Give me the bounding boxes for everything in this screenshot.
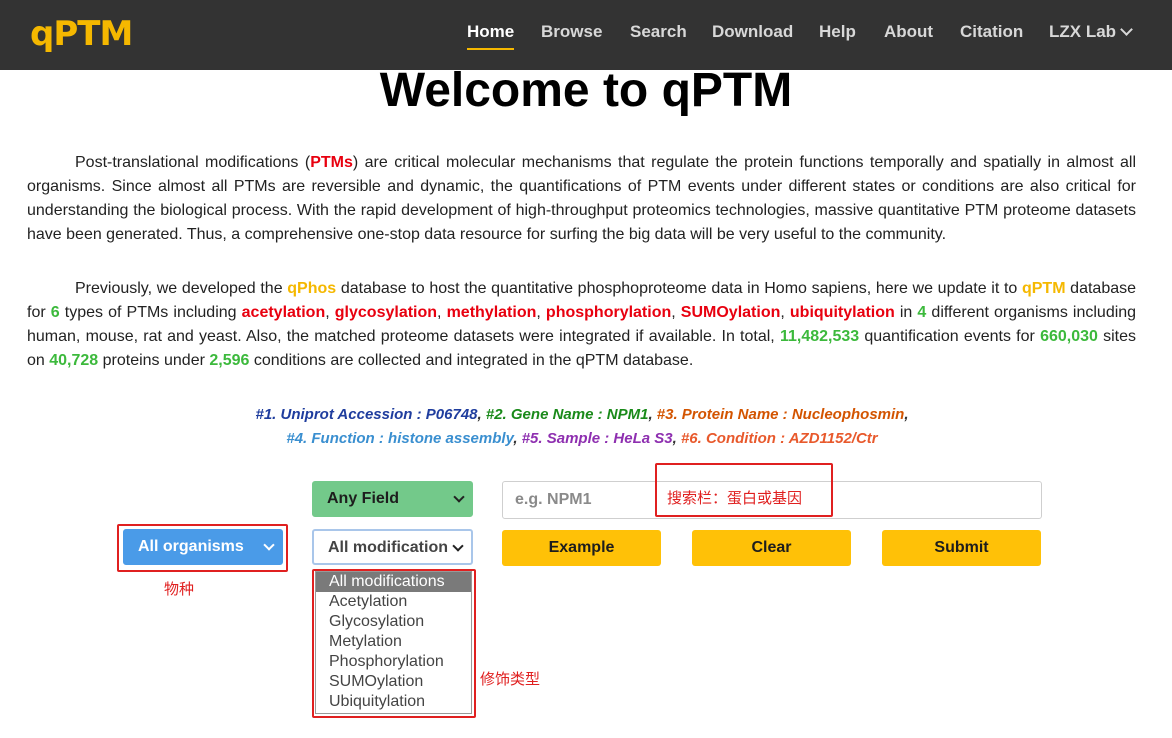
ptm-phosphorylation: phosphorylation [545,304,672,321]
nav-search[interactable]: Search [630,22,687,42]
search-examples: #1. Uniprot Accession : P06748, #2. Gene… [0,403,1164,451]
examples-line-2: #4. Function : histone assembly, #5. Sam… [0,427,1164,451]
p1-text-before: Post-translational modifications ( [75,154,311,171]
nav-browse[interactable]: Browse [541,22,602,42]
count-conditions: 2,596 [209,352,250,369]
site-logo[interactable]: qPTM [30,14,133,54]
annotation-search-bar: 搜索栏：蛋白或基因 [667,489,803,507]
examples-comma: , [904,406,909,423]
example-gene-name[interactable]: #2. Gene Name : NPM1 [486,406,649,423]
qptm-highlight: qPTM [1021,280,1066,297]
chevron-down-icon [452,540,464,552]
p2-text: Previously, we developed the [75,280,288,297]
p2-text: proteins under [98,352,210,369]
annotation-box-organism [117,524,288,572]
example-condition[interactable]: #6. Condition : AZD1152/Ctr [681,430,878,447]
ptm-sumoylation: SUMOylation [680,304,781,321]
p2-text: in [894,304,918,321]
count-events: 11,482,533 [779,328,860,345]
examples-comma: , [513,430,522,447]
p2-text: database to host the quantitative phosph… [336,280,1022,297]
count-sites: 660,030 [1040,328,1098,345]
examples-comma: , [477,406,486,423]
page-title: Welcome to qPTM [379,64,793,117]
p2-comma: , [780,304,790,321]
annotation-organism: 物种 [164,580,195,598]
p2-comma: , [325,304,335,321]
nav-home[interactable]: Home [467,22,515,50]
example-protein-name[interactable]: #3. Protein Name : Nucleophosmin [657,406,905,423]
qphos-highlight: qPhos [287,280,337,297]
clear-button[interactable]: Clear [692,530,851,566]
p2-comma: , [671,304,681,321]
nav-lzx-lab-dropdown[interactable]: LZX Lab [1049,22,1133,42]
navbar: qPTM Home Browse Search Download Help Ab… [0,0,1172,70]
p1-ptms-highlight: PTMs [310,154,353,171]
p2-text: conditions are collected and integrated … [249,352,694,369]
modification-select[interactable]: All modification [312,529,473,565]
examples-comma: , [672,430,681,447]
chevron-down-icon [1120,23,1133,36]
p2-comma: , [536,304,546,321]
count-proteins: 40,728 [49,352,99,369]
annotation-modification-type: 修饰类型 [480,670,541,688]
nav-help[interactable]: Help [819,22,856,42]
p2-comma: , [437,304,447,321]
submit-button[interactable]: Submit [882,530,1041,566]
nav-lzx-lab-label: LZX Lab [1049,22,1117,41]
modification-select-value: All modification [328,539,448,556]
intro-paragraph-1: Post-translational modifications (PTMs) … [27,151,1136,247]
examples-comma: , [648,406,657,423]
ptm-acetylation: acetylation [241,304,326,321]
count-organisms: 4 [917,304,927,321]
ptm-ubiquitylation: ubiquitylation [789,304,895,321]
nav-about[interactable]: About [884,22,933,42]
chevron-down-icon [453,491,465,503]
count-ptm-types: 6 [50,304,60,321]
example-uniprot[interactable]: #1. Uniprot Accession : P06748 [255,406,477,423]
p2-text: types of PTMs including [59,304,242,321]
ptm-glycosylation: glycosylation [334,304,438,321]
p2-text: quantification events for [859,328,1041,345]
intro-paragraph-2: Previously, we developed the qPhos datab… [27,277,1136,373]
nav-citation[interactable]: Citation [960,22,1023,42]
example-function[interactable]: #4. Function : histone assembly [286,430,513,447]
example-sample[interactable]: #5. Sample : HeLa S3 [522,430,673,447]
field-select[interactable]: Any Field [312,481,473,517]
ptm-methylation: methylation [446,304,537,321]
nav-download[interactable]: Download [712,22,793,42]
annotation-box-modification [312,569,476,718]
examples-line-1: #1. Uniprot Accession : P06748, #2. Gene… [0,403,1164,427]
example-button[interactable]: Example [502,530,661,566]
field-select-value: Any Field [327,490,400,507]
